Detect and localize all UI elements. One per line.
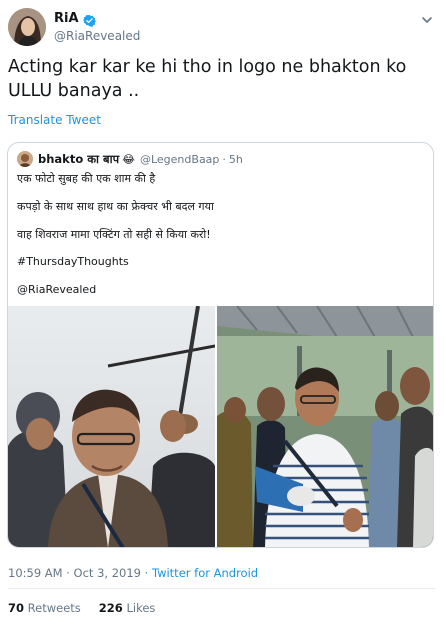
author-names: RiA @RiaRevealed xyxy=(54,9,140,44)
author-display-name[interactable]: RiA xyxy=(54,11,79,26)
quoted-tweet[interactable]: bhakto का बाप 😂 @LegendBaap · 5h एक फोटो… xyxy=(7,142,434,548)
quoted-author-avatar xyxy=(17,151,33,167)
tweet-text: Acting kar kar ke hi tho in logo ne bhak… xyxy=(8,57,407,101)
retweets-label: Retweets xyxy=(27,601,81,615)
quoted-tweet-header: bhakto का बाप 😂 @LegendBaap · 5h xyxy=(17,151,243,167)
mention-link: @RiaRevealed xyxy=(17,283,97,296)
quoted-text-line: वाह शिवराज मामा एक्टिंग तो सही से किया क… xyxy=(17,228,211,241)
tweet-stats: 70 Retweets 226 Likes xyxy=(8,601,155,615)
media-photo-right[interactable] xyxy=(217,306,433,547)
tweet-timestamp[interactable]: 10:59 AM · Oct 3, 2019 · xyxy=(8,566,152,580)
retweets-stat[interactable]: 70 Retweets xyxy=(8,601,81,615)
verified-badge-icon xyxy=(82,12,96,27)
divider xyxy=(8,588,436,589)
chevron-down-icon[interactable] xyxy=(420,12,434,26)
tweet-meta: 10:59 AM · Oct 3, 2019 · Twitter for And… xyxy=(8,566,258,580)
author-avatar[interactable] xyxy=(8,8,46,46)
retweets-count: 70 xyxy=(8,601,25,615)
tweet-header: RiA @RiaRevealed xyxy=(8,8,436,48)
likes-label: Likes xyxy=(126,601,156,615)
translate-tweet-link[interactable]: Translate Tweet xyxy=(8,113,101,127)
likes-stat[interactable]: 226 Likes xyxy=(99,601,156,615)
quoted-author-handle: @LegendBaap xyxy=(139,152,220,166)
quoted-text-line: एक फोटो सुबह की एक शाम की है xyxy=(17,172,156,185)
separator-dot: · xyxy=(222,152,226,166)
author-handle[interactable]: @RiaRevealed xyxy=(54,29,140,43)
quoted-author-display-name: bhakto का बाप xyxy=(38,151,120,166)
quoted-tweet-time: 5h xyxy=(228,152,243,166)
source-app-link[interactable]: Twitter for Android xyxy=(152,566,258,580)
quoted-text-line: कपड़ो के साथ साथ हाथ का फ्रेक्चर भी बदल … xyxy=(17,200,214,213)
hashtag-link: #ThursdayThoughts xyxy=(17,255,129,268)
media-photo-left[interactable] xyxy=(8,306,215,547)
likes-count: 226 xyxy=(98,601,123,615)
quoted-media xyxy=(8,306,433,547)
laughing-emoji-icon: 😂 xyxy=(122,152,135,166)
